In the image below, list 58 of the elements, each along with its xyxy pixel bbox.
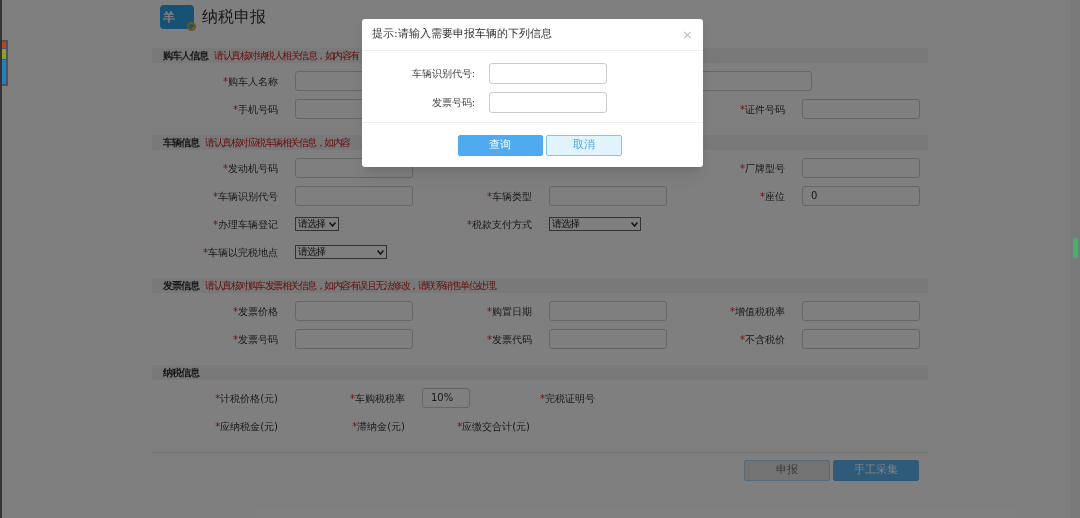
chevron-icon bbox=[631, 221, 638, 227]
section-note: 请认真核对纳税人相关信息，如内容有 bbox=[214, 50, 359, 61]
chevron-icon bbox=[377, 249, 384, 255]
field-label: *税款支付方式 bbox=[467, 218, 532, 230]
input-field[interactable]: 10% bbox=[422, 388, 470, 408]
input-field[interactable] bbox=[549, 329, 667, 349]
field-label: *不含税价 bbox=[740, 333, 785, 345]
input-field[interactable] bbox=[295, 186, 413, 206]
field-label: *滞纳金(元) bbox=[352, 420, 405, 432]
input-field[interactable] bbox=[802, 158, 920, 178]
input-field[interactable] bbox=[549, 186, 667, 206]
field-label: *发票价格 bbox=[233, 305, 278, 317]
input-field[interactable] bbox=[489, 63, 607, 84]
input-field[interactable] bbox=[295, 301, 413, 321]
field-label: *车辆类型 bbox=[487, 190, 532, 202]
field-label: *车购税税率 bbox=[350, 392, 405, 404]
field-label: *完税证明号 bbox=[540, 392, 595, 404]
field-label: *应缴交合计(元) bbox=[457, 420, 530, 432]
input-field[interactable] bbox=[489, 92, 607, 113]
field-label: *增值税税率 bbox=[730, 305, 785, 317]
dialog-title: 提示:请输入需要申报车辆的下列信息 bbox=[372, 26, 552, 43]
input-field[interactable]: 0 bbox=[802, 186, 920, 206]
field-label: *厂牌型号 bbox=[740, 162, 785, 174]
field-label: *应纳税金(元) bbox=[215, 420, 278, 432]
input-field[interactable] bbox=[802, 301, 920, 321]
dialog-button[interactable]: 查询 bbox=[457, 134, 543, 156]
scrollbar[interactable] bbox=[1071, 0, 1080, 518]
field-label: *购车人名称 bbox=[223, 75, 278, 87]
field-label: *发动机号码 bbox=[223, 162, 278, 174]
logo-icon: 羊 bbox=[160, 5, 194, 29]
field-label: *计税价格(元) bbox=[215, 392, 278, 404]
page-title: 纳税申报 bbox=[202, 6, 266, 28]
field-label: *车辆以完税地点 bbox=[203, 246, 278, 258]
field-label: *座位 bbox=[760, 190, 785, 202]
section-title: 发票信息 bbox=[163, 280, 199, 291]
input-field[interactable] bbox=[295, 329, 413, 349]
input-field[interactable] bbox=[549, 301, 667, 321]
input-field[interactable] bbox=[802, 99, 920, 119]
select-dropdown[interactable]: 请选择 bbox=[295, 245, 387, 259]
section-note: 请认真核对购车发票相关信息，如内容有误且无法修改，请联系销售单位处理。 bbox=[205, 280, 503, 291]
section-note: 请认真核对应税车辆相关信息，如内容 bbox=[205, 137, 350, 148]
field-label: *发票号码 bbox=[233, 333, 278, 345]
field-label: *发票代码 bbox=[487, 333, 532, 345]
field-label: 车辆识别代号: bbox=[411, 68, 475, 79]
field-label: *办理车辆登记 bbox=[213, 218, 278, 230]
dialog-button[interactable]: 取消 bbox=[545, 134, 622, 156]
select-dropdown[interactable]: 请选择 bbox=[295, 217, 339, 231]
field-label: *证件号码 bbox=[740, 103, 785, 115]
section-title: 车辆信息 bbox=[163, 137, 199, 148]
field-label: 发票号码: bbox=[431, 97, 475, 108]
field-label: *车辆识别代号 bbox=[213, 190, 278, 202]
chevron-icon bbox=[329, 221, 336, 227]
field-label: *手机号码 bbox=[233, 103, 278, 115]
section-title: 纳税信息 bbox=[163, 367, 199, 378]
section-title: 购车人信息 bbox=[163, 50, 208, 61]
select-dropdown[interactable]: 请选择 bbox=[549, 217, 641, 231]
field-label: *购置日期 bbox=[487, 305, 532, 317]
input-field[interactable] bbox=[802, 329, 920, 349]
